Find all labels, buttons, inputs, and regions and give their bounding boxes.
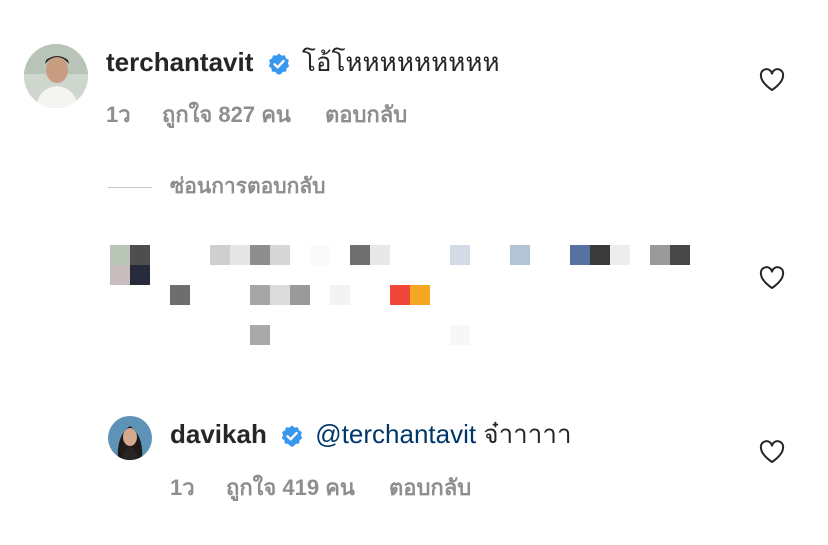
likes-count[interactable]: ถูกใจ 419 คน	[226, 470, 355, 505]
heart-icon[interactable]	[759, 266, 785, 290]
username-terchantavit[interactable]: terchantavit	[106, 47, 253, 77]
comment-2-line: davikah @terchantavit จ๋าาาาา	[170, 418, 572, 450]
comment-time: 1ว	[170, 475, 195, 500]
censored-avatar	[110, 245, 150, 285]
comment-1-meta: 1ว ถูกใจ 827 คน ตอบกลับ	[106, 97, 407, 132]
verified-badge-icon	[281, 425, 303, 447]
hide-replies-button[interactable]: ซ่อนการตอบกลับ	[108, 170, 326, 203]
comment-time: 1ว	[106, 102, 131, 127]
reply-button[interactable]: ตอบกลับ	[389, 470, 471, 505]
reply-button[interactable]: ตอบกลับ	[325, 97, 407, 132]
comment-2-meta: 1ว ถูกใจ 419 คน ตอบกลับ	[170, 470, 471, 505]
username-davikah[interactable]: davikah	[170, 419, 267, 449]
divider	[108, 186, 152, 188]
comment-text: จ๋าาาาา	[483, 419, 572, 449]
avatar-davikah[interactable]	[108, 416, 152, 460]
likes-count[interactable]: ถูกใจ 827 คน	[162, 97, 291, 132]
heart-icon[interactable]	[759, 440, 785, 464]
comment-1-line: terchantavit โอ้โหหหหหหหหห	[106, 46, 500, 78]
hide-replies-label: ซ่อนการตอบกลับ	[170, 175, 326, 198]
avatar-terchantavit[interactable]	[24, 44, 88, 108]
mention-link[interactable]: @terchantavit	[315, 419, 476, 449]
comment-text: โอ้โหหหหหหหหห	[301, 47, 500, 77]
verified-badge-icon	[268, 53, 289, 75]
heart-icon[interactable]	[759, 68, 785, 92]
